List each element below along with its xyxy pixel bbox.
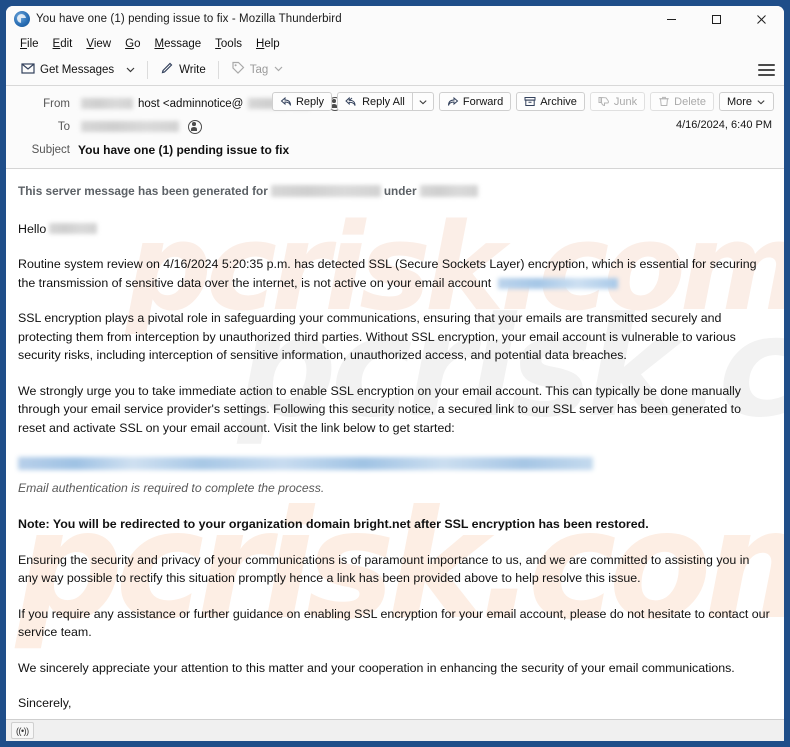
close-button[interactable] xyxy=(739,6,784,32)
tag-label: Tag xyxy=(249,63,269,76)
status-bar: ((•)) xyxy=(6,719,784,741)
thunderbird-window-root: You have one (1) pending issue to fix - … xyxy=(0,0,790,747)
server-notice-prefix: This server message has been generated f… xyxy=(18,184,268,198)
message-action-buttons: Reply Reply All Forward Archive Junk Del… xyxy=(271,92,774,111)
greeting-name-redacted xyxy=(49,223,98,235)
toolbar-separator-2 xyxy=(217,60,219,79)
menu-view[interactable]: View xyxy=(80,37,117,51)
minimize-button[interactable] xyxy=(649,6,694,32)
junk-button[interactable]: Junk xyxy=(589,92,646,111)
delete-label: Delete xyxy=(674,95,706,108)
get-messages-button[interactable]: Get Messages xyxy=(15,58,120,81)
server-notice-middle: under xyxy=(383,184,417,198)
main-toolbar: Get Messages Write Tag xyxy=(6,54,784,86)
get-messages-label: Get Messages xyxy=(40,63,115,76)
thunderbird-logo-icon xyxy=(14,11,30,27)
toolbar-separator-1 xyxy=(147,60,149,79)
get-messages-icon xyxy=(21,61,35,78)
phishing-link-redacted xyxy=(18,457,593,471)
server-notice-org-redacted xyxy=(419,185,478,198)
archive-label: Archive xyxy=(540,95,577,108)
server-notice-line: This server message has been generated f… xyxy=(18,182,770,201)
reply-label: Reply xyxy=(295,95,325,108)
auth-note: Email authentication is required to comp… xyxy=(18,480,325,495)
maximize-button[interactable] xyxy=(694,6,739,32)
phishing-link[interactable] xyxy=(18,454,770,473)
reply-button[interactable]: Reply xyxy=(271,92,333,111)
junk-icon xyxy=(598,96,610,107)
reply-icon xyxy=(280,96,292,107)
menu-edit[interactable]: Edit xyxy=(47,37,79,51)
archive-icon xyxy=(524,96,536,107)
more-label: More xyxy=(726,95,752,108)
reply-all-label: Reply All xyxy=(362,95,405,108)
menu-file[interactable]: File xyxy=(14,37,45,51)
from-address-text: host <adminnotice@ xyxy=(138,97,244,110)
greeting-text: Hello xyxy=(18,221,47,236)
window-controls xyxy=(649,6,784,32)
greeting-line: Hello xyxy=(18,220,770,239)
message-body-pane: pcrisk.com pcrisk.com pcrisk.com This se… xyxy=(6,169,784,719)
from-name-redacted xyxy=(81,98,133,109)
from-label: From xyxy=(43,97,70,110)
paragraph-4: Ensuring the security and privacy of you… xyxy=(18,552,750,586)
connection-status-icon[interactable]: ((•)) xyxy=(11,722,34,739)
server-notice-recipient-redacted xyxy=(270,185,381,198)
more-button[interactable]: More xyxy=(718,92,774,111)
window-title: You have one (1) pending issue to fix - … xyxy=(36,13,342,25)
message-date: 4/16/2024, 6:40 PM xyxy=(675,119,772,131)
subject-value: You have one (1) pending issue to fix xyxy=(78,142,290,157)
forward-label: Forward xyxy=(462,95,504,108)
subject-label: Subject xyxy=(31,143,70,156)
delete-button[interactable]: Delete xyxy=(650,92,714,111)
to-value[interactable] xyxy=(78,119,202,134)
forward-button[interactable]: Forward xyxy=(438,92,512,111)
junk-label: Junk xyxy=(613,95,638,108)
menu-help[interactable]: Help xyxy=(250,37,286,51)
note-line: Note: You will be redirected to your org… xyxy=(18,517,649,531)
paragraph-1: Routine system review on 4/16/2024 5:20:… xyxy=(18,255,770,292)
get-messages-dropdown[interactable] xyxy=(120,61,141,78)
message-body: This server message has been generated f… xyxy=(6,169,784,719)
reply-all-icon xyxy=(345,96,358,107)
app-menu-button[interactable] xyxy=(758,61,775,78)
signoff: Sincerely, xyxy=(18,696,72,710)
archive-button[interactable]: Archive xyxy=(516,92,585,111)
paragraph-5: If you require any assistance or further… xyxy=(18,606,770,640)
trash-icon xyxy=(658,96,670,107)
paragraph-3: We strongly urge you to take immediate a… xyxy=(18,383,741,435)
subject-row: Subject You have one (1) pending issue t… xyxy=(6,138,784,161)
paragraph-1-text: Routine system review on 4/16/2024 5:20:… xyxy=(18,257,757,290)
tag-dropdown-icon[interactable] xyxy=(273,63,284,77)
tag-icon xyxy=(231,61,245,78)
forward-icon xyxy=(447,96,459,107)
write-label: Write xyxy=(179,63,206,76)
tag-button[interactable]: Tag xyxy=(225,58,291,81)
paragraph-6: We sincerely appreciate your attention t… xyxy=(18,660,735,675)
paragraph-1-account-redacted xyxy=(497,277,618,289)
to-row: To xyxy=(6,115,784,138)
paragraph-2: SSL encryption plays a pivotal role in s… xyxy=(18,311,736,362)
message-header: From host <adminnotice@ > To Subject xyxy=(6,86,784,169)
app-window: You have one (1) pending issue to fix - … xyxy=(6,6,784,741)
to-address-redacted xyxy=(81,121,179,132)
menu-message[interactable]: Message xyxy=(148,37,207,51)
to-label: To xyxy=(57,120,70,133)
write-button[interactable]: Write xyxy=(154,58,212,81)
pencil-icon xyxy=(160,61,174,78)
chevron-down-icon xyxy=(756,97,766,107)
title-bar: You have one (1) pending issue to fix - … xyxy=(6,6,784,33)
menu-go[interactable]: Go xyxy=(119,37,146,51)
reply-all-dropdown[interactable] xyxy=(411,92,434,111)
menu-tools[interactable]: Tools xyxy=(209,37,248,51)
to-contact-icon[interactable] xyxy=(188,119,202,134)
reply-all-button[interactable]: Reply All xyxy=(337,92,412,111)
menu-bar: File Edit View Go Message Tools Help xyxy=(6,33,784,54)
